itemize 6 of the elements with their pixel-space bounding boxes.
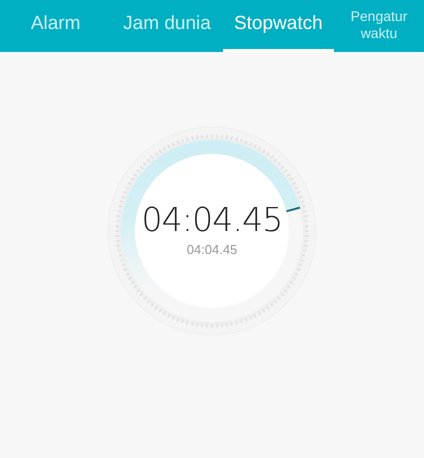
tab[interactable]: Jam dunia — [111, 0, 223, 52]
tab[interactable]: Stopwatch — [222, 0, 334, 52]
tab[interactable]: Pengatur waktu — [334, 0, 424, 52]
tab[interactable]: Alarm — [0, 0, 112, 52]
elapsed-time: 04:04.45 — [142, 202, 282, 236]
lap-time: 04:04.45 — [186, 240, 238, 259]
